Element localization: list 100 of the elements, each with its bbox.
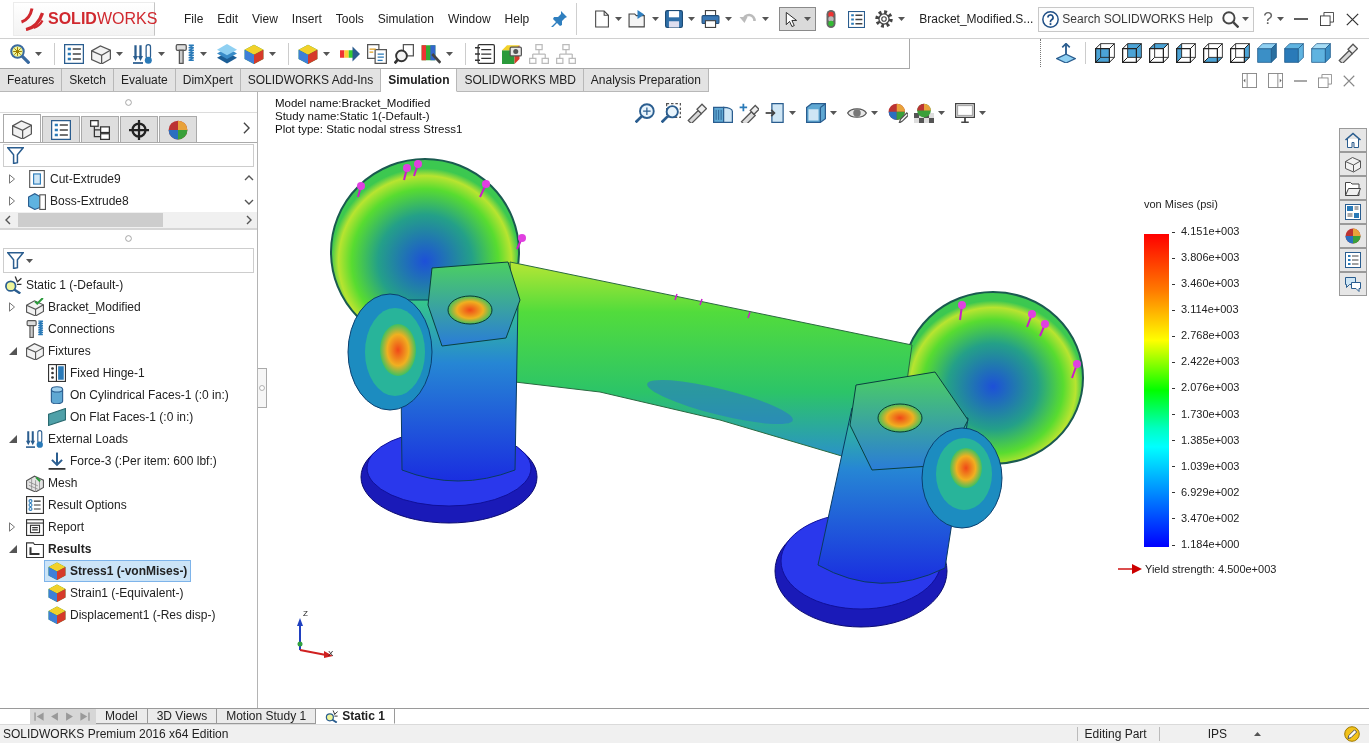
ribbon-tab[interactable]: Features	[0, 69, 63, 92]
home-icon[interactable]	[1339, 128, 1367, 152]
striped-part-icon[interactable]	[421, 43, 441, 64]
cube-icon[interactable]	[1122, 43, 1142, 63]
flashlight-icon[interactable]	[687, 103, 707, 123]
help-button[interactable]: ?	[1263, 9, 1273, 29]
chevron-up-icon[interactable]	[244, 175, 254, 181]
caret-icon[interactable]	[762, 17, 770, 21]
appearance-ball-icon[interactable]	[888, 103, 908, 123]
caret-icon[interactable]	[725, 17, 733, 21]
folder-icon[interactable]	[1339, 176, 1367, 200]
folder-icon[interactable]	[628, 10, 648, 28]
thermometer-icon[interactable]	[133, 43, 153, 64]
minimize-icon[interactable]	[1293, 18, 1308, 20]
caret-icon[interactable]	[1242, 17, 1250, 21]
caret-icon[interactable]	[323, 51, 330, 56]
part-icon[interactable]	[1339, 152, 1367, 176]
search-input[interactable]: Search SOLIDWORKS Help	[1062, 12, 1223, 26]
ribbon-tab[interactable]: Analysis Preparation	[583, 69, 709, 92]
filter-field[interactable]	[3, 248, 254, 273]
menu-item[interactable]: Insert	[291, 12, 322, 26]
ribbon-tab[interactable]: DimXpert	[175, 69, 241, 92]
caret-icon[interactable]	[979, 111, 986, 115]
chevron-right-icon[interactable]	[243, 121, 250, 134]
caret-icon[interactable]	[804, 17, 812, 21]
cube-icon[interactable]	[1149, 43, 1169, 63]
magnifier-icon[interactable]	[635, 103, 655, 123]
stress-part-icon[interactable]	[244, 43, 264, 64]
panel-collapse-handle[interactable]	[258, 368, 267, 408]
sheet-tab[interactable]: Model	[96, 709, 148, 724]
caret-icon[interactable]	[830, 111, 837, 115]
menu-item[interactable]: Tools	[335, 12, 364, 26]
caret-icon[interactable]	[789, 111, 796, 115]
cube-icon[interactable]	[1203, 43, 1223, 63]
help-icon[interactable]	[1042, 10, 1060, 28]
tree-item[interactable]: Stress1 (-vonMises-)	[44, 560, 192, 582]
tree-item[interactable]: Results	[22, 538, 96, 560]
ribbon-tab[interactable]: SOLIDWORKS Add-Ins	[240, 69, 382, 92]
tree-item[interactable]: Mesh	[22, 472, 82, 494]
pin-icon[interactable]	[551, 11, 568, 27]
cube-icon[interactable]	[1257, 43, 1277, 63]
ribbon-tab[interactable]: Evaluate	[114, 69, 176, 92]
search-icon[interactable]	[1222, 10, 1240, 28]
list-icon[interactable]	[64, 43, 84, 64]
menu-item[interactable]: File	[184, 12, 204, 26]
chat-icon[interactable]	[1339, 272, 1367, 296]
list-icon[interactable]	[1339, 248, 1367, 272]
menu-item[interactable]: Edit	[217, 12, 239, 26]
magnifier-icon[interactable]	[10, 43, 30, 64]
tree-item[interactable]: Displacement1 (-Res disp-)	[44, 604, 220, 626]
caret-icon[interactable]	[200, 51, 207, 56]
axis-icon[interactable]	[1056, 43, 1076, 63]
caret-icon[interactable]	[871, 111, 878, 115]
cube-icon[interactable]	[1230, 43, 1250, 63]
cube-icon[interactable]	[806, 103, 826, 123]
expand-arrow-icon[interactable]	[9, 545, 17, 553]
flashlight-icon[interactable]	[1338, 43, 1358, 63]
cube-icon[interactable]	[1095, 43, 1115, 63]
caret-icon[interactable]	[35, 51, 42, 56]
menu-item[interactable]: Window	[447, 12, 491, 26]
ribbon-tab[interactable]: Sketch	[62, 69, 115, 92]
panel-tab[interactable]	[120, 116, 158, 142]
menu-item[interactable]: Help	[504, 12, 530, 26]
tree-item[interactable]: Bracket_Modified	[22, 296, 145, 318]
part-icon[interactable]	[91, 43, 111, 64]
documents-icon[interactable]	[367, 43, 387, 64]
sheet-tab[interactable]: 3D Views	[147, 709, 218, 724]
layers-icon[interactable]	[217, 43, 237, 64]
expand-arrow-icon[interactable]	[9, 174, 15, 184]
tree-item[interactable]: On Cylindrical Faces-1 (:0 in:)	[44, 384, 233, 406]
list-icon[interactable]	[848, 10, 866, 28]
tree-item[interactable]: Connections	[22, 318, 119, 340]
panel-tab[interactable]	[42, 116, 80, 142]
feature-item[interactable]: Cut-Extrude9	[24, 168, 125, 190]
expand-arrow-icon[interactable]	[9, 522, 15, 532]
stress-part-icon[interactable]	[298, 43, 318, 64]
caret-icon[interactable]	[652, 17, 660, 21]
tree-item[interactable]: Strain1 (-Equivalent-)	[44, 582, 188, 604]
printer-icon[interactable]	[701, 10, 721, 28]
caret-icon[interactable]	[1254, 732, 1261, 736]
tree-item[interactable]: Static 1 (-Default-)	[0, 274, 128, 296]
caret-icon[interactable]	[938, 111, 945, 115]
sheet-tab[interactable]: Motion Study 1	[217, 709, 317, 724]
settings-icon[interactable]	[875, 10, 894, 28]
tree-item[interactable]: Force-3 (:Per item: 600 lbf:)	[44, 450, 221, 472]
notebook-icon[interactable]	[475, 43, 495, 64]
panel-left-icon[interactable]	[1242, 73, 1257, 88]
tree-item[interactable]: Fixtures	[22, 340, 95, 362]
caret-icon[interactable]	[688, 17, 696, 21]
view-palette-icon[interactable]	[1339, 200, 1367, 224]
expand-arrow-icon[interactable]	[9, 196, 15, 206]
search-field[interactable]: Search SOLIDWORKS Help	[1038, 6, 1255, 32]
cube-icon[interactable]	[1176, 43, 1196, 63]
grip-handle-icon[interactable]	[259, 385, 265, 391]
camera-part-icon[interactable]	[502, 43, 522, 64]
filter-icon[interactable]	[7, 147, 24, 164]
filter-field[interactable]	[3, 144, 254, 167]
chevron-down-icon[interactable]	[244, 199, 254, 205]
select-button[interactable]	[779, 7, 817, 31]
tree-item[interactable]: Fixed Hinge-1	[44, 362, 149, 384]
